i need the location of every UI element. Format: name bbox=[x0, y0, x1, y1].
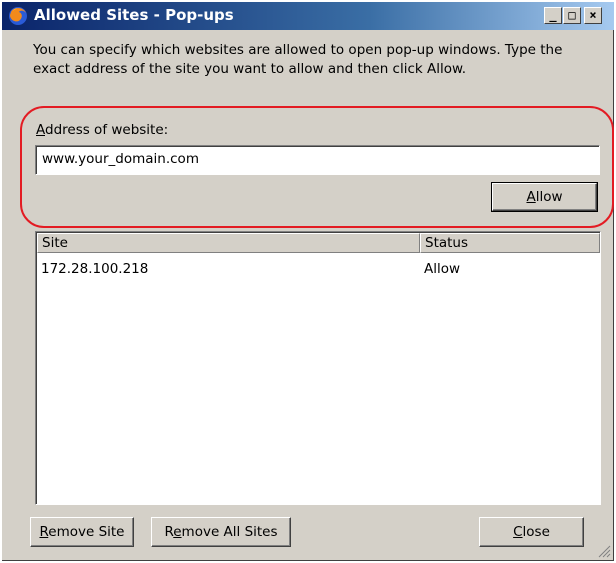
minimize-button[interactable]: _ bbox=[544, 7, 562, 24]
resize-grip-icon[interactable] bbox=[597, 544, 611, 558]
close-button-text: lose bbox=[522, 524, 550, 540]
address-label-text: ddress of website: bbox=[45, 122, 169, 138]
column-header-site[interactable]: Site bbox=[37, 233, 420, 253]
site-cell: 172.28.100.218 bbox=[41, 261, 149, 277]
close-window-button[interactable]: × bbox=[584, 7, 602, 24]
status-cell: Allow bbox=[424, 261, 461, 277]
address-input[interactable]: www.your_domain.com bbox=[35, 145, 600, 175]
maximize-button[interactable]: □ bbox=[563, 7, 581, 24]
remove-site-button[interactable]: Remove Site bbox=[30, 517, 134, 547]
minimize-icon: _ bbox=[549, 8, 557, 22]
table-row[interactable]: 172.28.100.218 Allow bbox=[37, 259, 600, 279]
close-icon: × bbox=[589, 8, 597, 22]
remove-all-sites-button[interactable]: Remove All Sites bbox=[151, 517, 291, 547]
window-title: Allowed Sites - Pop-ups bbox=[34, 6, 234, 24]
column-header-status[interactable]: Status bbox=[420, 233, 600, 253]
maximize-icon: □ bbox=[568, 8, 576, 22]
allowed-sites-dialog: Allowed Sites - Pop-ups _ □ × You can sp… bbox=[2, 2, 614, 561]
site-list[interactable]: Site Status 172.28.100.218 Allow bbox=[35, 231, 601, 505]
title-bar[interactable]: Allowed Sites - Pop-ups _ □ × bbox=[2, 2, 614, 30]
allow-button[interactable]: Allow bbox=[491, 182, 598, 212]
remove-all-text: move All Sites bbox=[181, 524, 278, 540]
firefox-icon bbox=[9, 7, 27, 25]
close-button[interactable]: Close bbox=[479, 517, 584, 547]
allow-button-text: llow bbox=[535, 189, 563, 205]
description-text: You can specify which websites are allow… bbox=[33, 42, 563, 77]
address-label: Address of website: bbox=[36, 122, 169, 138]
remove-site-text: emove Site bbox=[48, 524, 125, 540]
